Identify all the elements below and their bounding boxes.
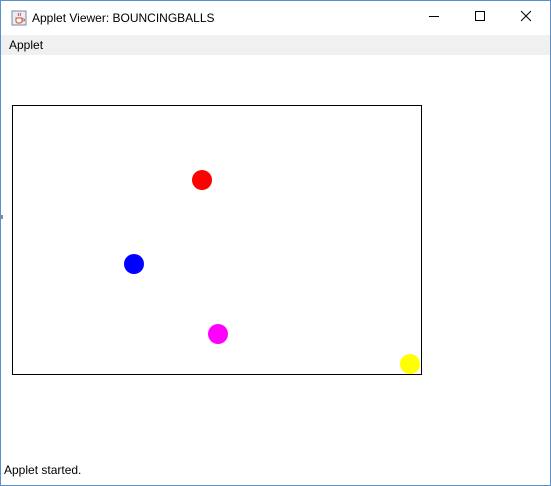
maximize-icon (474, 9, 486, 27)
bouncing-balls-canvas[interactable] (12, 105, 422, 375)
window-edge-mark (1, 215, 3, 219)
title-bar[interactable]: Applet Viewer: BOUNCINGBALLS (1, 1, 550, 35)
close-icon (520, 9, 532, 27)
ball-red (192, 170, 212, 190)
ball-yellow (400, 354, 420, 374)
ball-magenta (208, 324, 228, 344)
menu-applet[interactable]: Applet (9, 38, 43, 52)
minimize-icon (428, 9, 440, 27)
minimize-button[interactable] (411, 1, 457, 35)
status-text: Applet started. (4, 463, 82, 477)
ball-blue (124, 254, 144, 274)
java-coffee-icon[interactable] (11, 10, 27, 26)
window-title: Applet Viewer: BOUNCINGBALLS (32, 11, 215, 25)
applet-content-area (1, 55, 550, 462)
applet-viewer-window: Applet Viewer: BOUNCINGBALLS Applet Appl… (0, 0, 551, 486)
close-button[interactable] (503, 1, 549, 35)
menu-bar: Applet (1, 35, 550, 55)
status-bar: Applet started. (1, 462, 550, 485)
maximize-button[interactable] (457, 1, 503, 35)
